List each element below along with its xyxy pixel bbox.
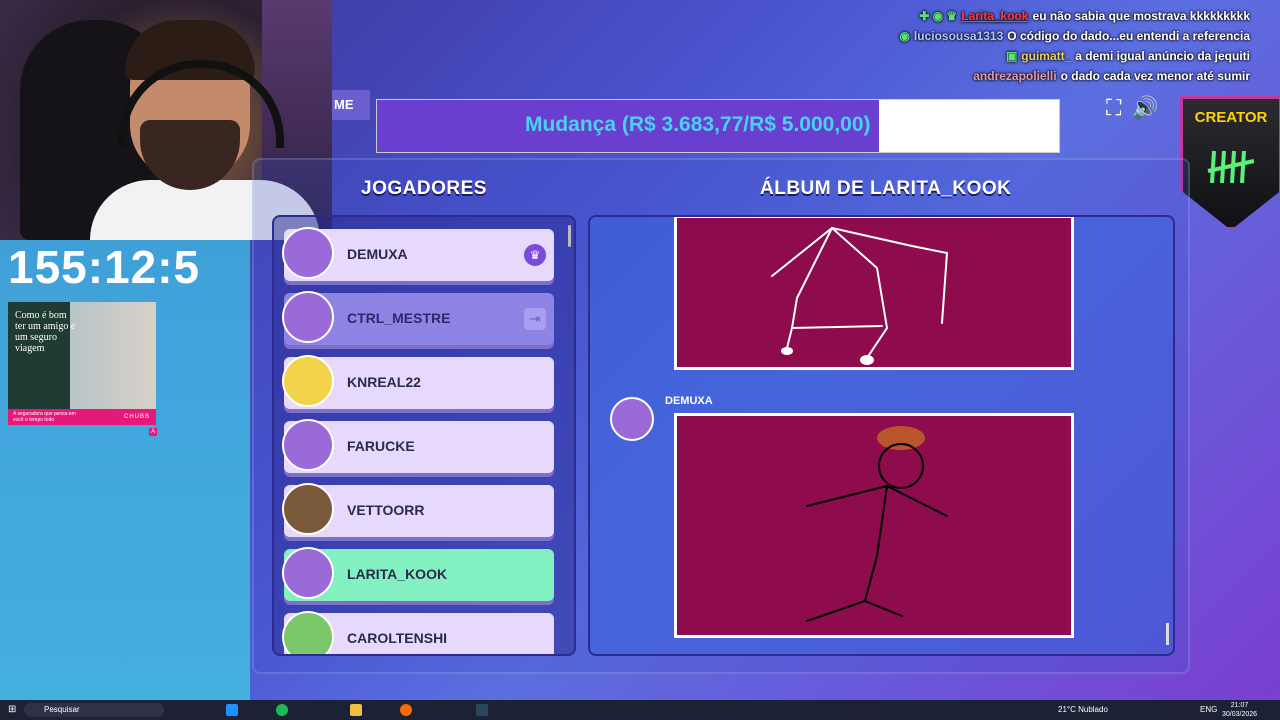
album-scrollbar[interactable] (1166, 623, 1169, 645)
chat-username: andrezapolielli (973, 69, 1057, 83)
player-name: LARITA_KOOK (347, 566, 448, 582)
crown-icon: ♛ (524, 244, 546, 266)
windows-taskbar: ⊞ Pesquisar 21°C Nublado ENG 21:07 30/03… (0, 700, 1280, 720)
player-avatar (282, 291, 334, 343)
player-name: VETTOORR (347, 502, 425, 518)
taskbar-search[interactable]: Pesquisar (24, 703, 164, 717)
player-avatar (282, 611, 334, 654)
exit-icon: ⇥ (524, 308, 546, 330)
ad-headline: Como é bom ter um amigo e um seguro viag… (15, 310, 76, 354)
chat-badge-icon: ▣ (1005, 49, 1018, 63)
chat-message: andrezapolielli o dado cada vez menor até… (899, 68, 1250, 88)
player-avatar (282, 483, 334, 535)
chat-message: ✚ ◉ ♛ Larita_kook eu não sabia que mostrav… (899, 8, 1250, 28)
drawing-author: DEMUXA (665, 395, 713, 407)
volume-icon[interactable]: 🔊 (1131, 95, 1158, 120)
donation-goal-bar: Mudança (R$ 3.683,77/R$ 5.000,00) (376, 99, 1060, 153)
player-card-demuxa[interactable]: DEMUXA ♛ (282, 227, 554, 281)
edge-icon[interactable] (226, 704, 238, 716)
players-scrollbar[interactable] (568, 225, 571, 247)
file-explorer-icon[interactable] (350, 704, 362, 716)
firefox-icon[interactable] (400, 704, 412, 716)
player-card-caroltenshi[interactable]: CAROLTENSHI (282, 611, 554, 654)
fullscreen-icon[interactable]: ⛶ (1106, 95, 1121, 120)
player-card-ctrl-mestre[interactable]: CTRL_MESTRE ⇥ (282, 291, 554, 345)
chat-text: a demi igual anúncio da jequiti (1075, 49, 1250, 63)
language-indicator[interactable]: ENG (1200, 705, 1217, 714)
stick-figure-drawing (806, 426, 948, 622)
spotify-icon[interactable] (276, 704, 288, 716)
player-avatar (282, 227, 334, 279)
ad-banner[interactable]: Como é bom ter um amigo e um seguro viag… (8, 302, 156, 425)
player-avatar (282, 547, 334, 599)
player-avatar (282, 419, 334, 471)
player-card-farucke[interactable]: FARUCKE (282, 419, 554, 473)
chat-text: o dado cada vez menor até sumir (1060, 69, 1250, 83)
game-side-tab[interactable]: ME (332, 90, 370, 120)
author-avatar (610, 397, 654, 441)
chat-badges-icon: ✚ ◉ ♛ (919, 9, 958, 23)
chat-username: guimatt_ (1021, 49, 1072, 63)
chat-overlay: ✚ ◉ ♛ Larita_kook eu não sabia que mostrav… (899, 8, 1250, 88)
player-card-larita-kook[interactable]: LARITA_KOOK (282, 547, 554, 601)
player-card-knreal22[interactable]: KNREAL22 (282, 355, 554, 409)
stick-figure-drawing (771, 226, 949, 365)
ad-badge: A (149, 428, 157, 436)
weather-widget[interactable]: 21°C Nublado (1058, 705, 1108, 714)
clock-date: 30/03/2026 (1222, 711, 1258, 718)
stream-timer: 155:12:5 (8, 241, 201, 293)
album-heading: ÁLBUM DE LARITA_KOOK (760, 178, 1012, 199)
player-name: DEMUXA (347, 246, 408, 262)
chat-text: eu não sabia que mostrava kkkkkkkkk (1032, 9, 1250, 23)
players-list[interactable]: DEMUXA ♛ CTRL_MESTRE ⇥ KNREAL22 FARUCKE … (272, 215, 576, 656)
game-top-icons: ⛶ 🔊 (1106, 95, 1169, 121)
chat-message: ▣ guimatt_ a demi igual anúncio da jequiti (899, 48, 1250, 68)
players-heading: JOGADORES (361, 178, 487, 199)
player-avatar (282, 355, 334, 407)
chat-message: ◉ luciosousa1313 O código do dado...eu ent… (899, 28, 1250, 48)
chat-text: O código do dado...eu entendi a referenc… (1007, 29, 1250, 43)
chat-username: luciosousa1313 (913, 29, 1004, 43)
player-name: FARUCKE (347, 438, 415, 454)
player-name: CTRL_MESTRE (347, 310, 451, 326)
player-name: KNREAL22 (347, 374, 421, 390)
creator-label: CREATOR (1194, 109, 1268, 126)
album-drawing (674, 217, 1074, 370)
player-name: CAROLTENSHI (347, 630, 448, 646)
goal-label: Mudança (R$ 3.683,77/R$ 5.000,00) (525, 113, 871, 136)
player-card-vettoorr[interactable]: VETTOORR (282, 483, 554, 537)
ad-brand: CHUBB (123, 414, 150, 420)
steam-icon[interactable] (476, 704, 488, 716)
ad-footer: A seguradora que pensa em você o tempo t… (13, 411, 76, 423)
taskbar-search-label: Pesquisar (44, 705, 80, 714)
dbd-logo-icon (1207, 150, 1255, 184)
taskbar-clock[interactable]: 21:07 30/03/2026 (1222, 701, 1257, 719)
clock-time: 21:07 (1230, 702, 1249, 709)
chat-badge-icon: ◉ (899, 29, 910, 43)
windows-start-icon[interactable]: ⊞ (8, 704, 16, 715)
chat-username: Larita_kook (961, 9, 1029, 23)
album-drawing (674, 413, 1074, 638)
album-panel[interactable]: DEMUXA (588, 215, 1175, 656)
